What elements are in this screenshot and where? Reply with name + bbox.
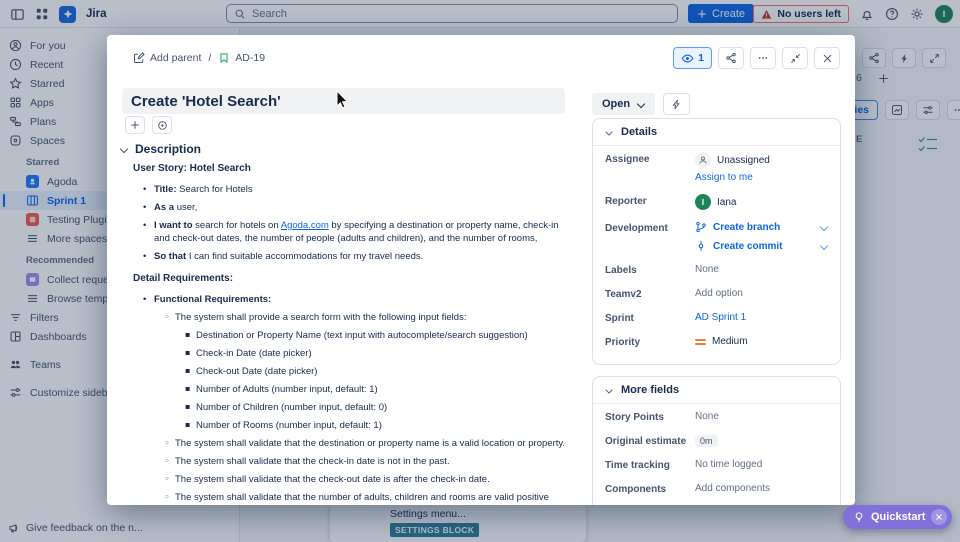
form-field-item: Destination or Property Name (text input… xyxy=(185,328,573,342)
collapse-button[interactable] xyxy=(782,47,808,69)
story-bullet: I want to search for hotels on Agoda.com… xyxy=(143,219,573,245)
components-value[interactable]: Add components xyxy=(695,483,828,494)
issue-modal: Add parent / AD-19 1 Create 'Hotel Searc… xyxy=(107,35,855,505)
field-story-points: Story Points None xyxy=(593,404,840,428)
more-fields-header[interactable]: More fields xyxy=(593,377,840,404)
watch-button[interactable]: 1 xyxy=(673,47,712,69)
priority-medium-icon xyxy=(695,338,706,345)
issue-title-field[interactable]: Create 'Hotel Search' xyxy=(122,88,565,114)
story-bullet: Title: Search for Hotels xyxy=(143,183,573,196)
add-parent-button[interactable]: Add parent xyxy=(133,52,201,64)
assignee-value[interactable]: Unassigned xyxy=(695,152,770,168)
eye-icon xyxy=(681,52,694,65)
modal-actions: 1 xyxy=(673,47,840,69)
form-field-item: Number of Rooms (number input, default: … xyxy=(185,418,573,432)
breadcrumb: Add parent / AD-19 xyxy=(133,52,265,64)
status-label: Open xyxy=(602,98,631,110)
chevron-down-icon xyxy=(120,145,128,153)
field-original-estimate: Original estimate 0m xyxy=(593,428,840,452)
field-components: Components Add components xyxy=(593,476,840,500)
field-priority: Priority Medium xyxy=(593,329,840,353)
reporter-value[interactable]: I Iana xyxy=(695,194,828,210)
story-bullet: As a user, xyxy=(143,201,573,214)
labels-value[interactable]: None xyxy=(695,264,828,275)
quickstart-close-icon[interactable] xyxy=(931,509,948,525)
commit-icon xyxy=(695,240,707,252)
chevron-down-icon xyxy=(606,129,613,136)
form-field-item: Check-out Date (date picker) xyxy=(185,364,573,378)
more-actions-button[interactable] xyxy=(750,47,776,69)
watchers-count: 1 xyxy=(698,52,704,64)
quickstart-button[interactable]: Quickstart xyxy=(843,505,953,529)
details-heading: Details xyxy=(621,126,658,138)
description-section-header[interactable]: Description xyxy=(120,142,201,156)
requirement-item: The system shall validate that the check… xyxy=(164,473,573,486)
field-labels: Labels None xyxy=(593,257,840,281)
chevron-down-icon[interactable] xyxy=(820,223,828,231)
field-development: Development Create branch Create commit xyxy=(593,215,840,257)
lightbulb-icon xyxy=(853,511,865,523)
description-body[interactable]: User Story: Hotel Search Title: Search f… xyxy=(133,162,573,505)
branch-icon xyxy=(695,221,707,233)
more-fields-panel: More fields Story Points None Original e… xyxy=(592,376,841,505)
field-teamv2: Teamv2 Add option xyxy=(593,281,840,305)
field-reporter: Reporter I Iana xyxy=(593,188,840,215)
form-field-item: Number of Adults (number input, default:… xyxy=(185,382,573,396)
create-branch-row[interactable]: Create branch xyxy=(695,221,828,233)
apps-target-button[interactable] xyxy=(152,116,172,134)
story-bullet: So that I can find suitable accommodatio… xyxy=(143,250,573,263)
create-commit-row[interactable]: Create commit xyxy=(695,240,828,252)
agoda-link[interactable]: Agoda.com xyxy=(281,220,329,231)
details-panel-header[interactable]: Details xyxy=(593,119,840,146)
time-tracking-value[interactable]: No time logged xyxy=(695,459,828,470)
create-branch-link: Create branch xyxy=(713,221,781,233)
chevron-down-icon[interactable] xyxy=(820,242,828,250)
create-commit-link: Create commit xyxy=(713,240,783,252)
detail-requirements-heading: Detail Requirements: xyxy=(133,273,234,284)
share-button[interactable] xyxy=(718,47,744,69)
description-heading: Description xyxy=(135,142,202,156)
requirement-item: The system shall validate that the check… xyxy=(164,455,573,468)
field-assignee: Assignee Unassigned Assign to me xyxy=(605,152,770,183)
priority-value[interactable]: Medium xyxy=(695,336,828,347)
assign-to-me-link[interactable]: Assign to me xyxy=(695,172,753,183)
status-dropdown[interactable]: Open xyxy=(592,93,656,115)
sprint-link[interactable]: AD Sprint 1 xyxy=(695,312,746,323)
issue-key-label: AD-19 xyxy=(235,52,266,64)
story-bookmark-icon xyxy=(218,52,230,64)
field-time-tracking: Time tracking No time logged xyxy=(593,452,840,476)
issue-key-link[interactable]: AD-19 xyxy=(218,52,265,64)
chevron-down-icon xyxy=(606,387,613,394)
story-points-value[interactable]: None xyxy=(695,411,828,422)
field-sprint: Sprint AD Sprint 1 xyxy=(605,312,747,324)
edit-icon xyxy=(133,52,145,64)
form-field-item: Number of Children (number input, defaul… xyxy=(185,400,573,414)
reporter-avatar: I xyxy=(695,194,711,210)
user-story-heading: User Story: Hotel Search xyxy=(133,163,251,174)
quickstart-label: Quickstart xyxy=(871,511,926,523)
functional-requirements-item: Functional Requirements: The system shal… xyxy=(143,293,573,505)
chevron-down-icon xyxy=(637,100,645,108)
teamv2-value[interactable]: Add option xyxy=(695,288,828,299)
add-parent-label: Add parent xyxy=(150,52,202,64)
requirement-item: The system shall validate that the numbe… xyxy=(164,491,573,505)
automation-bolt-button[interactable] xyxy=(663,93,691,115)
add-content-button[interactable] xyxy=(125,116,145,134)
more-fields-heading: More fields xyxy=(621,384,680,396)
requirement-item: The system shall provide a search form w… xyxy=(164,311,573,432)
close-icon[interactable] xyxy=(814,47,840,69)
unassigned-avatar-icon xyxy=(695,152,711,168)
breadcrumb-separator: / xyxy=(208,52,212,64)
form-field-item: Check-in Date (date picker) xyxy=(185,346,573,360)
requirement-item: The system shall validate that the desti… xyxy=(164,437,573,450)
issue-title: Create 'Hotel Search' xyxy=(131,92,281,110)
details-panel: Details Assignee Unassigned Assign to me… xyxy=(592,118,841,365)
original-estimate-value[interactable]: 0m xyxy=(695,434,828,447)
